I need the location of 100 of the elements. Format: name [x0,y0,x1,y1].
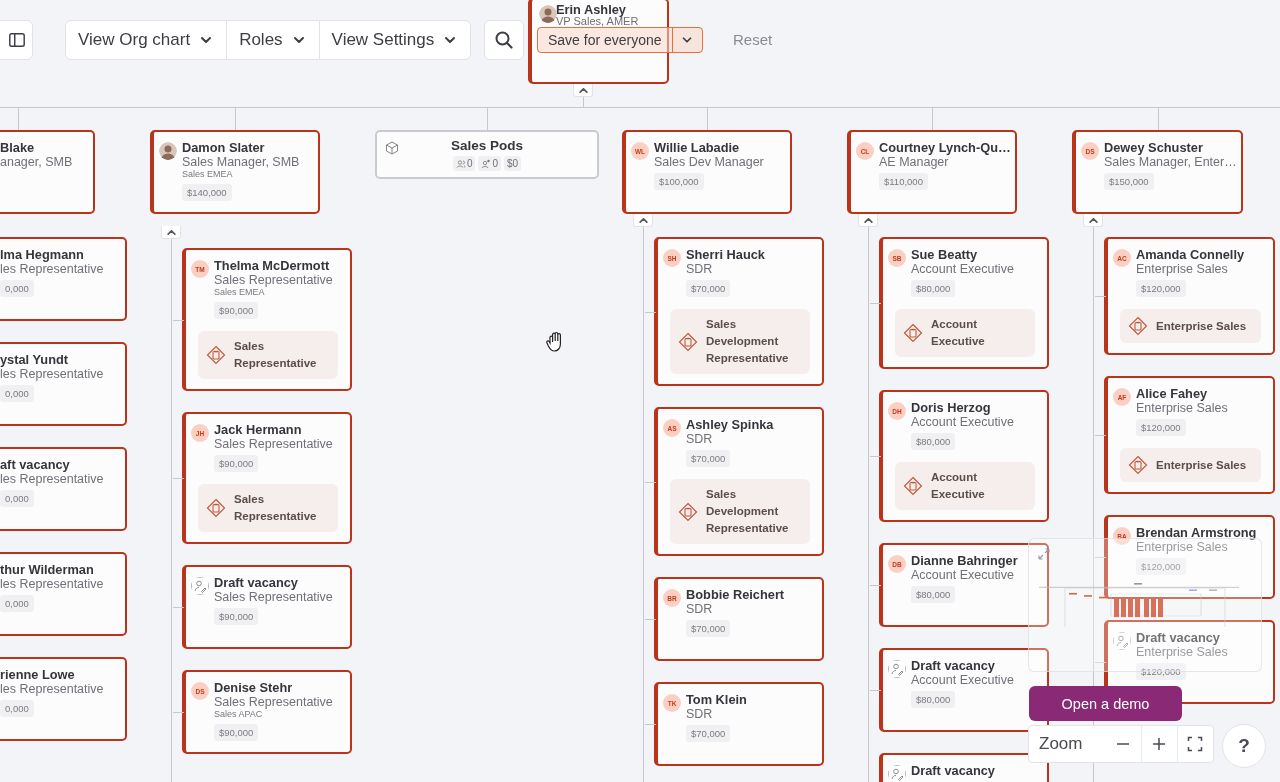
salary-tag: 0,000 [0,490,34,507]
collapse-toggle[interactable] [573,84,593,97]
person-card[interactable]: rienne Lowe les Representative 0,000 [0,657,127,741]
job-title: AE Manager [879,155,950,169]
role-chip: Enterprise Sales [1120,309,1261,343]
avatar-icon [539,5,557,23]
salary-tag: $70,000 [686,620,731,637]
salary-tag: $120,000 [1136,419,1186,436]
open-demo-button[interactable]: Open a demo [1029,686,1182,721]
person-card[interactable]: ystal Yundt les Representative 0,000 [0,342,127,426]
job-title: Sales Representative [214,273,334,287]
team-name: Sales APAC [214,709,264,720]
group-card[interactable]: Sales Pods 0 0 $0 [375,130,599,179]
salary-tag: $90,000 [214,455,259,472]
stat-chip: $0 [504,156,522,171]
person-name: Sherri Hauck [686,247,766,262]
avatar-icon [159,142,177,160]
salary-tag: $100,000 [654,173,704,190]
salary-tag: $70,000 [686,280,731,297]
clipboard-icon [903,323,923,343]
salary-tag: $90,000 [214,724,259,741]
help-button[interactable]: ? [1222,724,1266,768]
chevron-up-icon [578,87,588,93]
job-title: les Representative [0,472,105,486]
job-title: Sales Dev Manager [654,155,765,169]
salary-tag: $90,000 [214,608,259,625]
person-name: Willie Labadie [654,140,741,155]
chevron-up-icon [1088,217,1098,223]
salary-tag: $80,000 [911,280,956,297]
job-title: Account Executive [911,568,1015,582]
view-menu[interactable]: View Settings [319,21,471,59]
job-title: SDR [686,432,714,446]
job-title: les Representative [0,262,105,276]
sidebar-toggle-button[interactable] [0,20,33,60]
clipboard-icon [206,498,226,518]
role-chip: Sales Development Representative [670,309,810,374]
role-chip: Account Executive [895,309,1035,357]
person-name: Draft vacancy [1136,630,1221,645]
person-name: Ashley Spinka [686,417,775,432]
collapse-toggle[interactable] [1083,214,1103,227]
clipboard-icon [206,345,226,365]
person-card[interactable]: lma Hegmann les Representative 0,000 [0,237,127,321]
person-card[interactable]: thur Wilderman les Representative 0,000 [0,552,127,636]
person-name: Doris Herzog [911,400,992,415]
person-name: Sue Beatty [911,247,979,262]
person-card[interactable]: Damon Slater Sales Manager, SMB Sales EMEA $140,000 [150,130,320,214]
stat-chip: 0 [452,156,476,171]
person-name: Dianne Bahringer [911,553,1019,568]
job-title: Sales Manager, Enter… [1104,155,1238,169]
collapse-toggle[interactable] [858,214,878,227]
job-title: les Representative [0,577,105,591]
person-name: Damon Slater [182,140,266,155]
person-card[interactable]: Blake anager, SMB [0,130,95,214]
person-name: Tom Klein [686,692,748,707]
person-name: thur Wilderman [0,562,95,577]
person-name: Dewey Schuster [1104,140,1204,155]
salary-tag: $150,000 [1104,173,1154,190]
job-title: anager, SMB [0,155,74,169]
job-title: les Representative [0,367,105,381]
expand-icon [1037,547,1051,561]
person-name: Bobbie Reichert [686,587,786,602]
salary-tag: 0,000 [0,385,34,402]
salary-tag: $140,000 [182,184,232,201]
view-menu[interactable]: View Org chart [66,21,228,59]
salary-tag: $120,000 [1136,663,1186,680]
person-name: Draft vacancy [911,763,996,778]
job-title: Sales Manager, SMB [182,155,301,169]
salary-tag: $80,000 [911,586,956,603]
salary-tag: $70,000 [686,725,731,742]
job-title: SDR [686,707,714,721]
clipboard-icon [678,501,698,522]
person-name: Brendan Armstrong [1136,525,1258,540]
job-title: les Representative [0,682,105,696]
view-menu[interactable]: Roles [227,21,320,59]
search-button[interactable] [484,20,524,60]
role-chip: Account Executive [895,462,1035,510]
salary-tag: $90,000 [214,302,259,319]
cube-icon [385,141,399,155]
job-title: Account Executive [911,262,1015,276]
person-name: Blake [0,140,36,155]
job-title: Enterprise Sales [1136,645,1229,659]
clipboard-icon [903,476,923,496]
collapse-toggle[interactable] [633,214,653,227]
salary-tag: $110,000 [879,173,928,190]
person-card[interactable]: aft vacancy les Representative 0,000 [0,447,127,531]
salary-tag: $120,000 [1136,280,1186,297]
job-title: Sales Representative [214,695,334,709]
collapse-toggle[interactable] [161,226,181,239]
role-chip: Enterprise Sales [1120,448,1261,482]
person-name: Amanda Connelly [1136,247,1246,262]
clipboard-icon [1128,316,1148,336]
person-name: ystal Yundt [0,352,70,367]
salary-tag: 0,000 [0,700,34,717]
person-name: Denise Stehr [214,680,294,695]
person-name: aft vacancy [0,457,71,472]
job-title: Sales Representative [214,437,334,451]
job-title: Account Executive [911,673,1015,687]
person-name: Draft vacancy [911,658,996,673]
role-chip: Sales Representative [198,484,338,532]
zoom-label: Zoom [1038,733,1084,755]
